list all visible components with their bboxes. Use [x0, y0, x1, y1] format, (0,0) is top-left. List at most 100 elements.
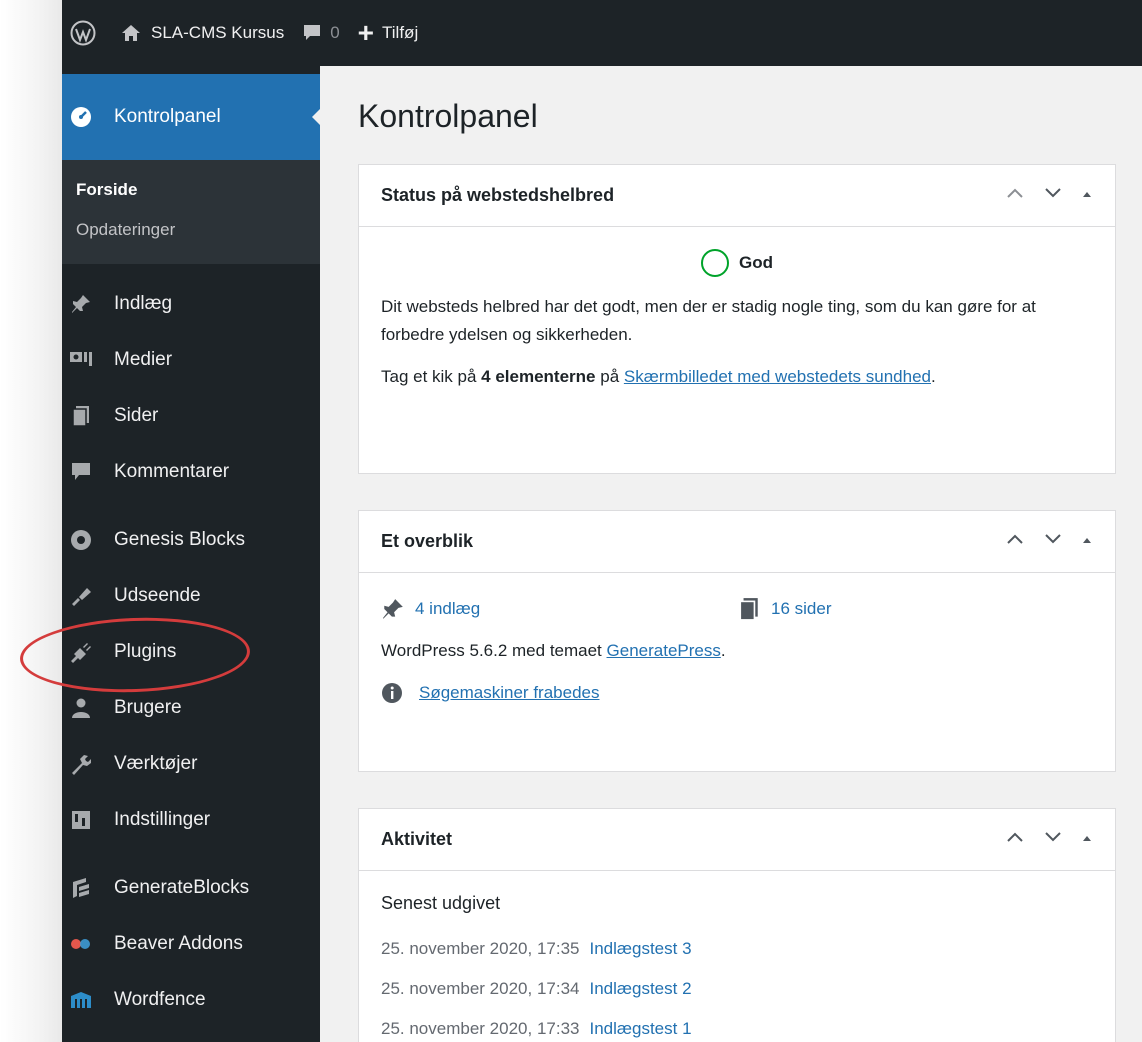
posts-count-link[interactable]: 4 indlæg: [415, 595, 480, 623]
search-engine-notice: Søgemaskiner frabedes: [381, 679, 1093, 707]
chevron-down-icon: [1045, 832, 1061, 842]
new-label: Tilføj: [382, 23, 419, 42]
sidebar-item-label: Sider: [114, 405, 159, 426]
move-up-button[interactable]: [1005, 183, 1025, 208]
post-title-link[interactable]: Indlægstest 1: [589, 1015, 691, 1042]
dashboard-submenu: Forside Opdateringer: [62, 160, 320, 264]
widget-header: Status på webstedshelbred: [359, 165, 1115, 227]
sidebar-item-wordfence[interactable]: Wordfence: [62, 972, 320, 1028]
widget-header: Aktivitet: [359, 809, 1115, 871]
submenu-item-home[interactable]: Forside: [62, 170, 320, 210]
search-engines-link[interactable]: Søgemaskiner frabedes: [419, 679, 599, 707]
triangle-up-icon: [1083, 835, 1091, 841]
sidebar-item-label: Wordfence: [114, 989, 206, 1010]
move-down-button[interactable]: [1043, 827, 1063, 852]
sidebar-item-posts[interactable]: Indlæg: [62, 276, 320, 332]
health-status: God: [381, 249, 1093, 278]
glance-counts: 4 indlæg 16 sider: [381, 595, 1093, 623]
widget-body: Senest udgivet 25. november 2020, 17:35 …: [359, 871, 1115, 1042]
wordpress-icon: [70, 20, 96, 46]
widget-actions: [1005, 529, 1093, 554]
generateblocks-icon: [68, 875, 94, 901]
text-prefix: Tag et kik på: [381, 367, 482, 387]
sidebar-item-genesis-blocks[interactable]: Genesis Blocks: [62, 512, 320, 568]
site-health-link[interactable]: Skærmbilledet med webstedets sundhed: [624, 367, 931, 386]
sidebar-item-generateblocks[interactable]: GenerateBlocks: [62, 860, 320, 916]
move-up-button[interactable]: [1005, 529, 1025, 554]
toggle-panel-button[interactable]: [1081, 831, 1093, 849]
sidebar-item-beaver-addons[interactable]: Beaver Addons: [62, 916, 320, 972]
sidebar-item-tools[interactable]: Værktøjer: [62, 736, 320, 792]
sidebar-item-label: Beaver Addons: [114, 933, 243, 954]
list-item: 25. november 2020, 17:35 Indlægstest 3: [381, 935, 1093, 963]
pages-icon: [739, 598, 758, 621]
chevron-up-icon: [1007, 188, 1023, 198]
items-count: 4 elementerne: [481, 367, 596, 387]
pages-count-link[interactable]: 16 sider: [771, 595, 831, 623]
users-icon: [68, 695, 94, 721]
glance-posts[interactable]: 4 indlæg: [381, 595, 737, 623]
settings-icon: [68, 807, 94, 833]
comments-icon: [68, 459, 94, 485]
sidebar-item-media[interactable]: Medier: [62, 332, 320, 388]
glance-pages[interactable]: 16 sider: [737, 595, 1093, 623]
chevron-up-icon: [1007, 534, 1023, 544]
wp-logo-button[interactable]: [62, 0, 112, 66]
info-icon: [382, 683, 402, 704]
left-fade: [0, 0, 62, 1042]
site-name: SLA-CMS Kursus: [151, 23, 285, 42]
move-down-button[interactable]: [1043, 529, 1063, 554]
beaver-icon: [68, 931, 94, 957]
list-item: 25. november 2020, 17:33 Indlægstest 1: [381, 1015, 1093, 1042]
post-date: 25. november 2020, 17:35: [381, 938, 580, 958]
activity-subtitle: Senest udgivet: [381, 893, 501, 913]
widget-actions: [1005, 827, 1093, 852]
admin-bar: SLA-CMS Kursus 0 + Tilføj: [62, 0, 1142, 66]
widget-title: Aktivitet: [381, 829, 453, 849]
main-content: Kontrolpanel Status på webstedshelbred G…: [320, 66, 1142, 1042]
toggle-panel-button[interactable]: [1081, 533, 1093, 551]
pin-icon: [383, 599, 403, 619]
sidebar-item-settings[interactable]: Indstillinger: [62, 792, 320, 848]
move-up-button[interactable]: [1005, 827, 1025, 852]
media-icon: [68, 347, 94, 373]
at-a-glance-widget: Et overblik 4 indlæg 16 sider WordPress …: [358, 510, 1116, 772]
post-title-link[interactable]: Indlægstest 2: [589, 975, 691, 1003]
text-mid: på: [595, 367, 624, 387]
sidebar-item-appearance[interactable]: Udseende: [62, 568, 320, 624]
chevron-down-icon: [1045, 188, 1061, 198]
sidebar-item-label: GenerateBlocks: [114, 877, 250, 898]
plus-icon: +: [357, 17, 375, 48]
sidebar-item-pages[interactable]: Sider: [62, 388, 320, 444]
chevron-up-icon: [1007, 832, 1023, 842]
sidebar-item-label: Indlæg: [114, 293, 173, 314]
post-title-link[interactable]: Indlægstest 3: [589, 935, 691, 963]
submenu-item-updates[interactable]: Opdateringer: [62, 210, 320, 250]
sidebar-item-comments[interactable]: Kommentarer: [62, 444, 320, 500]
comments-button[interactable]: 0: [293, 0, 348, 66]
widget-body: God Dit websteds helbred har det godt, m…: [359, 227, 1115, 427]
site-name-button[interactable]: SLA-CMS Kursus: [112, 0, 293, 66]
new-content-button[interactable]: + Tilføj: [349, 0, 428, 66]
appearance-icon: [68, 583, 94, 609]
pages-icon: [68, 403, 94, 429]
site-health-widget: Status på webstedshelbred God Dit webste…: [358, 164, 1116, 474]
sidebar-item-label: Værktøjer: [114, 753, 198, 774]
post-date: 25. november 2020, 17:34: [381, 978, 580, 998]
sidebar-item-label: Udseende: [114, 585, 201, 606]
dashboard-icon: [68, 104, 94, 130]
tools-icon: [68, 751, 94, 777]
wordfence-icon: [68, 987, 94, 1013]
genesis-icon: [68, 527, 94, 553]
sidebar-item-label: Brugere: [114, 697, 182, 718]
sidebar-item-label: Kommentarer: [114, 461, 230, 482]
theme-link[interactable]: GeneratePress: [607, 641, 721, 660]
list-item: 25. november 2020, 17:34 Indlægstest 2: [381, 975, 1093, 1003]
toggle-panel-button[interactable]: [1081, 187, 1093, 205]
widget-actions: [1005, 183, 1093, 208]
sidebar-item-label: Medier: [114, 349, 173, 370]
chevron-down-icon: [1045, 534, 1061, 544]
sidebar-item-dashboard[interactable]: Kontrolpanel: [62, 74, 321, 160]
home-icon: [122, 25, 140, 41]
move-down-button[interactable]: [1043, 183, 1063, 208]
